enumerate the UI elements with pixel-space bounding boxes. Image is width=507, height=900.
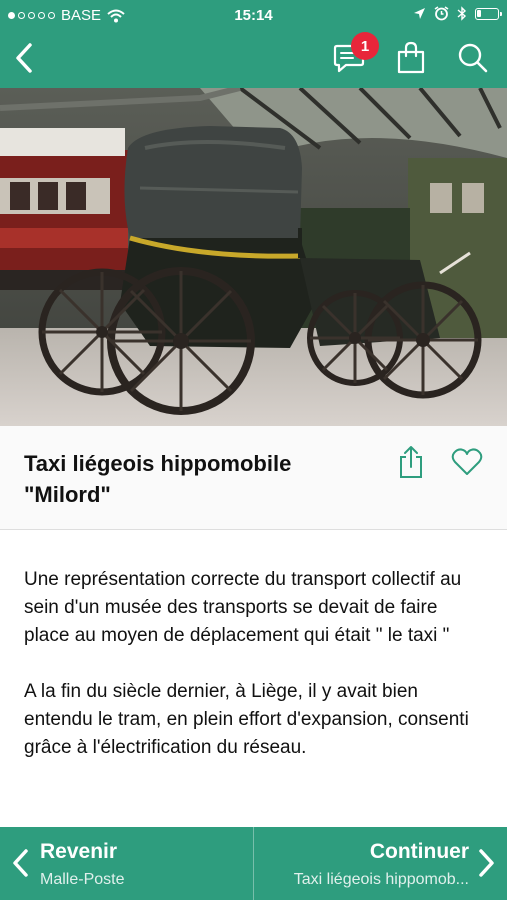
favorite-button[interactable] xyxy=(447,442,487,482)
chat-button[interactable]: 1 xyxy=(327,32,379,80)
article-paragraph: Une représentation correcte du transport… xyxy=(24,569,462,646)
battery-level xyxy=(477,9,481,17)
location-arrow-icon xyxy=(414,8,425,19)
status-bar: BASE 15:14 xyxy=(0,0,507,30)
title-section: Taxi liégeois hippomobile "Milord" xyxy=(0,426,507,530)
nav-actions: 1 xyxy=(327,32,495,80)
page-title: Taxi liégeois hippomobile "Milord" xyxy=(24,451,292,507)
bluetooth-icon xyxy=(457,6,467,21)
status-right xyxy=(413,6,502,21)
title-actions xyxy=(391,442,487,482)
back-button[interactable] xyxy=(4,36,44,80)
chevron-left-icon xyxy=(13,849,28,877)
chevron-left-icon xyxy=(16,43,32,73)
previous-button[interactable]: Revenir Malle-Poste xyxy=(0,827,253,900)
notification-badge: 1 xyxy=(351,32,379,60)
alarm-icon xyxy=(434,6,449,21)
search-button[interactable] xyxy=(451,36,495,80)
search-icon xyxy=(458,43,488,73)
chevron-right-icon xyxy=(479,849,494,877)
shopping-bag-icon xyxy=(397,41,425,74)
battery-icon xyxy=(475,7,502,20)
article-paragraph: A la fin du siècle dernier, à Liège, il … xyxy=(24,681,469,758)
next-label: Continuer xyxy=(369,840,469,863)
nav-bar: 1 xyxy=(0,30,507,88)
previous-subtitle: Malle-Poste xyxy=(40,871,125,888)
article-body: Une représentation correcte du transport… xyxy=(24,566,486,790)
hero-image xyxy=(0,88,507,426)
heart-icon xyxy=(451,448,483,475)
share-button[interactable] xyxy=(391,442,431,482)
shopping-bag-button[interactable] xyxy=(389,36,433,80)
share-icon xyxy=(400,446,422,478)
next-subtitle: Taxi liégeois hippomob... xyxy=(293,871,469,888)
previous-label: Revenir xyxy=(40,840,118,863)
carriage-photo xyxy=(0,88,507,426)
footer-nav: Revenir Malle-Poste Continuer Taxi liége… xyxy=(0,827,507,900)
next-button[interactable]: Continuer Taxi liégeois hippomob... xyxy=(254,827,507,900)
app-header: BASE 15:14 1 xyxy=(0,0,507,88)
